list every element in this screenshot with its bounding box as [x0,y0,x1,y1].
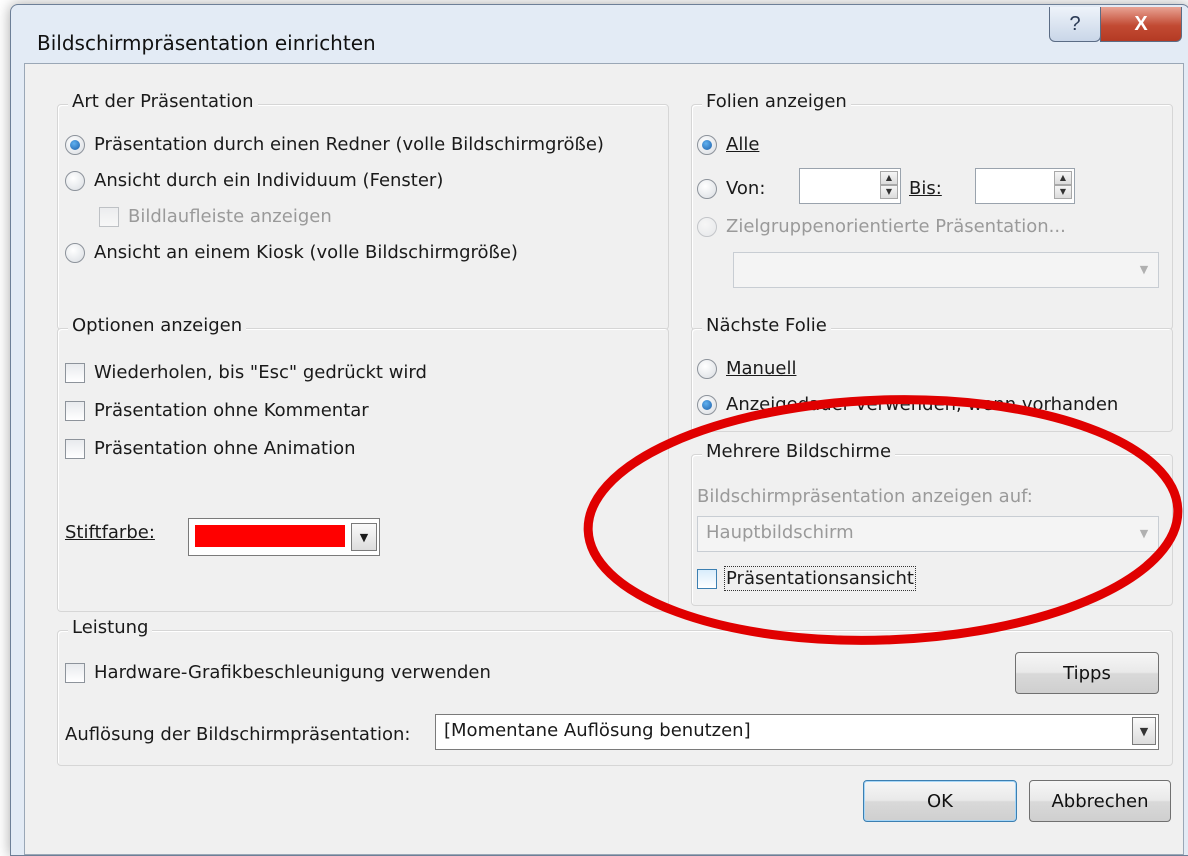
spin-up-icon[interactable]: ▲ [880,171,898,185]
checkbox-bildlaufleiste[interactable]: Bildlaufleiste anzeigen [99,206,332,227]
radio-individuum[interactable]: Ansicht durch ein Individuum (Fenster) [65,170,443,191]
checkbox-box[interactable] [65,362,85,383]
group-label-art: Art der Präsentation [68,91,258,112]
chevron-down-icon[interactable]: ▼ [351,523,377,551]
chevron-down-icon[interactable]: ▼ [1132,519,1156,547]
checkbox-box[interactable] [697,568,717,589]
tipps-button[interactable]: Tipps [1015,652,1159,694]
group-label-leistung: Leistung [68,617,153,638]
checkbox-ohne-animation-label: Präsentation ohne Animation [94,438,356,459]
checkbox-ohne-kommentar[interactable]: Präsentation ohne Kommentar [65,400,369,421]
dialog-window: Bildschirmpräsentation einrichten ? X Ar… [10,4,1188,856]
von-spinner-buttons[interactable]: ▲ ▼ [880,171,898,199]
checkbox-box[interactable] [65,662,85,683]
checkbox-praesentationsansicht[interactable]: Präsentationsansicht [697,566,916,591]
checkbox-wiederholen[interactable]: Wiederholen, bis "Esc" gedrückt wird [65,362,427,383]
radio-redner[interactable]: Präsentation durch einen Redner (volle B… [65,134,604,155]
aufloesung-label-text: Auflösung der Bildschirmpräsentation: [65,724,411,745]
radio-dot[interactable] [65,170,85,191]
radio-redner-label: Präsentation durch einen Redner (volle B… [94,134,604,155]
radio-dot[interactable] [65,134,85,155]
checkbox-praesentationsansicht-label: Präsentationsansicht [724,566,916,591]
bis-spinner-buttons[interactable]: ▲ ▼ [1054,171,1072,199]
anzeigen-auf-label: Bildschirmpräsentation anzeigen auf: [697,486,1033,507]
chevron-down-icon[interactable]: ▼ [1132,717,1156,745]
radio-alle[interactable]: Alle [697,134,759,155]
aufloesung-value: [Momentane Auflösung benutzen] [444,720,751,741]
bis-label-text: Bis: [909,178,942,199]
bis-spinner[interactable]: ▲ ▼ [975,168,1075,204]
radio-dot[interactable] [65,242,85,263]
group-label-mehrere: Mehrere Bildschirme [702,441,896,462]
checkbox-box[interactable] [65,400,85,421]
radio-von-label: Von: [726,178,766,199]
radio-manuell-label: Manuell [726,358,797,379]
checkbox-box[interactable] [99,206,119,227]
group-label-optionen: Optionen anzeigen [68,315,247,336]
radio-dot[interactable] [697,216,717,237]
radio-zielgruppe-label: Zielgruppenorientierte Präsentation... [726,216,1066,237]
ok-button[interactable]: OK [863,780,1017,822]
group-naechste-folie: Nächste Folie [691,315,1173,432]
zielgruppe-combo[interactable]: ▼ [733,252,1159,288]
anzeigen-auf-text: Bildschirmpräsentation anzeigen auf: [697,486,1033,507]
abbrechen-button[interactable]: Abbrechen [1029,780,1171,822]
checkbox-hardware[interactable]: Hardware-Grafikbeschleunigung verwenden [65,662,491,683]
radio-alle-label: Alle [726,134,760,155]
spin-down-icon[interactable]: ▼ [880,185,898,199]
radio-dot[interactable] [697,178,717,199]
bis-label: Bis: [909,178,942,199]
dialog-client-area: Art der Präsentation Präsentation durch … [24,63,1184,855]
dialog-title: Bildschirmpräsentation einrichten [37,31,376,55]
radio-anzeigedauer[interactable]: Anzeigedauer verwenden, wenn vorhanden [697,394,1118,415]
radio-dot[interactable] [697,134,717,155]
radio-zielgruppe[interactable]: Zielgruppenorientierte Präsentation... [697,216,1066,237]
checkbox-wiederholen-label: Wiederholen, bis "Esc" gedrückt wird [94,362,427,383]
group-label-folien: Folien anzeigen [702,91,851,112]
stiftfarbe-label: Stiftfarbe: [65,522,155,543]
spin-down-icon[interactable]: ▼ [1054,185,1072,199]
checkbox-hardware-label: Hardware-Grafikbeschleunigung verwenden [94,662,491,683]
checkbox-ohne-animation[interactable]: Präsentation ohne Animation [65,438,356,459]
group-label-naechste: Nächste Folie [702,315,831,336]
pen-color-swatch [195,525,345,547]
monitor-value: Hauptbildschirm [706,522,854,543]
radio-manuell[interactable]: Manuell [697,358,796,379]
checkbox-ohne-kommentar-label: Präsentation ohne Kommentar [94,400,369,421]
radio-dot[interactable] [697,394,717,415]
monitor-combo[interactable]: Hauptbildschirm ▼ [697,516,1159,552]
radio-individuum-label: Ansicht durch ein Individuum (Fenster) [94,170,444,191]
pen-color-picker[interactable]: ▼ [188,518,380,556]
stiftfarbe-text: Stiftfarbe: [65,522,155,543]
close-button[interactable]: X [1100,7,1182,42]
aufloesung-combo[interactable]: [Momentane Auflösung benutzen] ▼ [435,714,1159,750]
radio-kiosk-label: Ansicht an einem Kiosk (volle Bildschirm… [94,242,518,263]
checkbox-box[interactable] [65,438,85,459]
radio-dot[interactable] [697,358,717,379]
von-spinner[interactable]: ▲ ▼ [799,168,901,204]
radio-von[interactable]: Von: [697,178,765,199]
spin-up-icon[interactable]: ▲ [1054,171,1072,185]
checkbox-bildlaufleiste-label: Bildlaufleiste anzeigen [128,206,332,227]
chevron-down-icon[interactable]: ▼ [1132,255,1156,283]
aufloesung-label: Auflösung der Bildschirmpräsentation: [65,724,410,745]
radio-anzeigedauer-label: Anzeigedauer verwenden, wenn vorhanden [726,394,1119,415]
radio-kiosk[interactable]: Ansicht an einem Kiosk (volle Bildschirm… [65,242,518,263]
help-button[interactable]: ? [1049,7,1101,42]
